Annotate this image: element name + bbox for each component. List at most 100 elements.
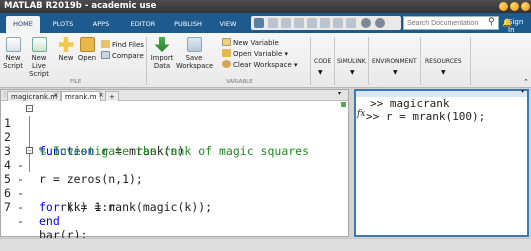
new-variable-button[interactable]: New Variable — [222, 38, 279, 48]
search-icon[interactable]: ⚲ — [488, 17, 495, 27]
tab-home[interactable]: HOME — [6, 16, 40, 33]
collapse-ribbon-icon[interactable]: ⌃ — [523, 78, 529, 86]
maximize-button[interactable] — [510, 2, 519, 11]
code-line[interactable]: 5 - r(k) = rank(magic(k)); — [1, 158, 348, 214]
title-bar: MATLAB R2019b - academic use — [0, 0, 531, 13]
resources-group[interactable]: RESOURCES — [425, 57, 462, 66]
code-line[interactable]: 6 - end — [1, 172, 348, 228]
function-browser-icon[interactable]: fx — [357, 109, 365, 119]
plus-icon — [58, 37, 74, 52]
fold-toggle-icon[interactable]: − — [26, 105, 33, 112]
sign-in-link[interactable]: Sign In — [508, 18, 531, 34]
new-live-script-label: New Live Script — [29, 54, 49, 78]
divider — [310, 37, 311, 85]
divider — [420, 37, 421, 85]
status-bar — [0, 238, 531, 251]
tab-editor[interactable]: EDITOR — [124, 16, 162, 33]
new-script-label: New Script — [3, 54, 23, 70]
simulink-group[interactable]: SIMULINK — [337, 57, 366, 66]
import-data-label: Import Data — [150, 54, 174, 70]
new-live-script-icon — [31, 37, 47, 52]
window-title: MATLAB R2019b - academic use — [4, 1, 157, 11]
save-icon[interactable] — [268, 18, 278, 28]
find-files-label: Find Files — [112, 41, 144, 49]
save-workspace-label: Save Workspace — [176, 54, 214, 70]
close-button[interactable] — [521, 2, 530, 11]
quick-access-toolbar — [251, 16, 401, 30]
compare-icon — [101, 51, 110, 59]
open-variable-button[interactable]: Open Variable ▾ — [222, 49, 288, 59]
new-live-script-button[interactable]: New Live Script — [25, 37, 53, 78]
clear-workspace-button[interactable]: Clear Workspace ▾ — [222, 60, 298, 70]
paste-icon[interactable] — [307, 18, 317, 28]
environment-group[interactable]: ENVIRONMENT — [372, 57, 417, 66]
search-documentation-input[interactable] — [403, 16, 499, 30]
new-script-icon — [5, 37, 21, 52]
open-label: Open — [77, 54, 97, 62]
open-variable-label: Open Variable — [233, 50, 283, 58]
find-files-button[interactable]: Find Files — [101, 40, 144, 50]
code-area[interactable]: 1 − function r = mrank(n) 2 % Investigat… — [1, 102, 348, 242]
chevron-down-icon[interactable]: ▼ — [350, 69, 355, 76]
layout-icon[interactable] — [254, 18, 264, 28]
clear-workspace-icon — [222, 60, 231, 68]
tab-apps[interactable]: APPS — [86, 16, 116, 33]
compare-label: Compare — [112, 52, 144, 60]
new-variable-icon — [222, 38, 231, 46]
compare-button[interactable]: Compare — [101, 51, 144, 61]
new-button[interactable]: New — [55, 37, 77, 62]
editor-panel: ⋮ magicrank.m × mrank.m × + ▾ 1 − functi… — [0, 89, 349, 242]
divider — [470, 37, 471, 85]
clear-workspace-label: Clear Workspace — [233, 61, 292, 69]
undo-icon[interactable] — [320, 18, 330, 28]
divider — [334, 37, 335, 85]
close-tab-icon[interactable]: × — [53, 91, 59, 99]
code: r(k) = rank(magic(k)); — [39, 200, 213, 214]
command-prompt-line[interactable]: >> r = mrank(100); — [366, 110, 485, 123]
tab-publish[interactable]: PUBLISH — [168, 16, 208, 33]
import-data-button[interactable]: Import Data — [148, 37, 176, 70]
import-icon — [154, 37, 170, 52]
code-line[interactable]: 4 - − for k = 1:n — [1, 144, 348, 214]
code-line[interactable]: 3 - r = zeros(n,1); — [1, 130, 348, 186]
command-history-line: >> magicrank — [370, 97, 450, 110]
fold-toggle-icon[interactable]: − — [26, 147, 33, 154]
variable-group-label: VARIABLE — [226, 79, 253, 85]
editor-tabs: ⋮ magicrank.m × mrank.m × + ▾ — [1, 90, 348, 101]
code-line[interactable]: 2 % Investigate the rank of magic square… — [1, 116, 348, 158]
settings-icon[interactable] — [375, 18, 385, 28]
new-script-button[interactable]: New Script — [2, 37, 24, 70]
switch-windows-icon[interactable] — [346, 18, 356, 28]
help-icon[interactable] — [361, 18, 371, 28]
ribbon-tabstrip: HOME PLOTS APPS EDITOR PUBLISH VIEW ⚲ 🔔 … — [0, 13, 531, 34]
cut-icon[interactable] — [281, 18, 291, 28]
command-window[interactable]: ▾ fx >> magicrank >> r = mrank(100); — [354, 88, 529, 237]
code-group[interactable]: CODE — [314, 57, 331, 66]
tab-plots[interactable]: PLOTS — [46, 16, 80, 33]
code-line[interactable]: 7 - bar(r); — [1, 186, 348, 242]
chevron-down-icon[interactable]: ▼ — [393, 69, 398, 76]
save-workspace-button[interactable]: Save Workspace — [176, 37, 214, 70]
open-button[interactable]: Open — [76, 37, 98, 62]
chevron-down-icon[interactable]: ▾ — [521, 88, 524, 95]
tab-mrank[interactable]: mrank.m — [61, 91, 101, 101]
tab-view[interactable]: VIEW — [214, 16, 242, 33]
chevron-down-icon[interactable]: ▼ — [318, 69, 323, 76]
chevron-down-icon[interactable]: ▾ — [338, 90, 341, 97]
copy-icon[interactable] — [294, 18, 304, 28]
new-label: New — [58, 54, 74, 62]
add-tab-button[interactable]: + — [105, 91, 119, 101]
new-variable-label: New Variable — [233, 39, 279, 47]
line-number: 7 — [4, 200, 11, 214]
chevron-down-icon[interactable]: ▼ — [441, 69, 446, 76]
divider — [368, 37, 369, 85]
minimize-button[interactable] — [499, 2, 508, 11]
code-line[interactable]: 1 − function r = mrank(n) — [1, 102, 348, 158]
folder-icon — [79, 37, 95, 52]
find-files-icon — [101, 40, 110, 48]
file-group-label: FILE — [70, 79, 82, 85]
close-tab-icon[interactable]: × — [98, 91, 104, 99]
breakpoint-marker[interactable]: - — [17, 214, 24, 228]
redo-icon[interactable] — [333, 18, 343, 28]
save-workspace-icon — [186, 37, 202, 52]
